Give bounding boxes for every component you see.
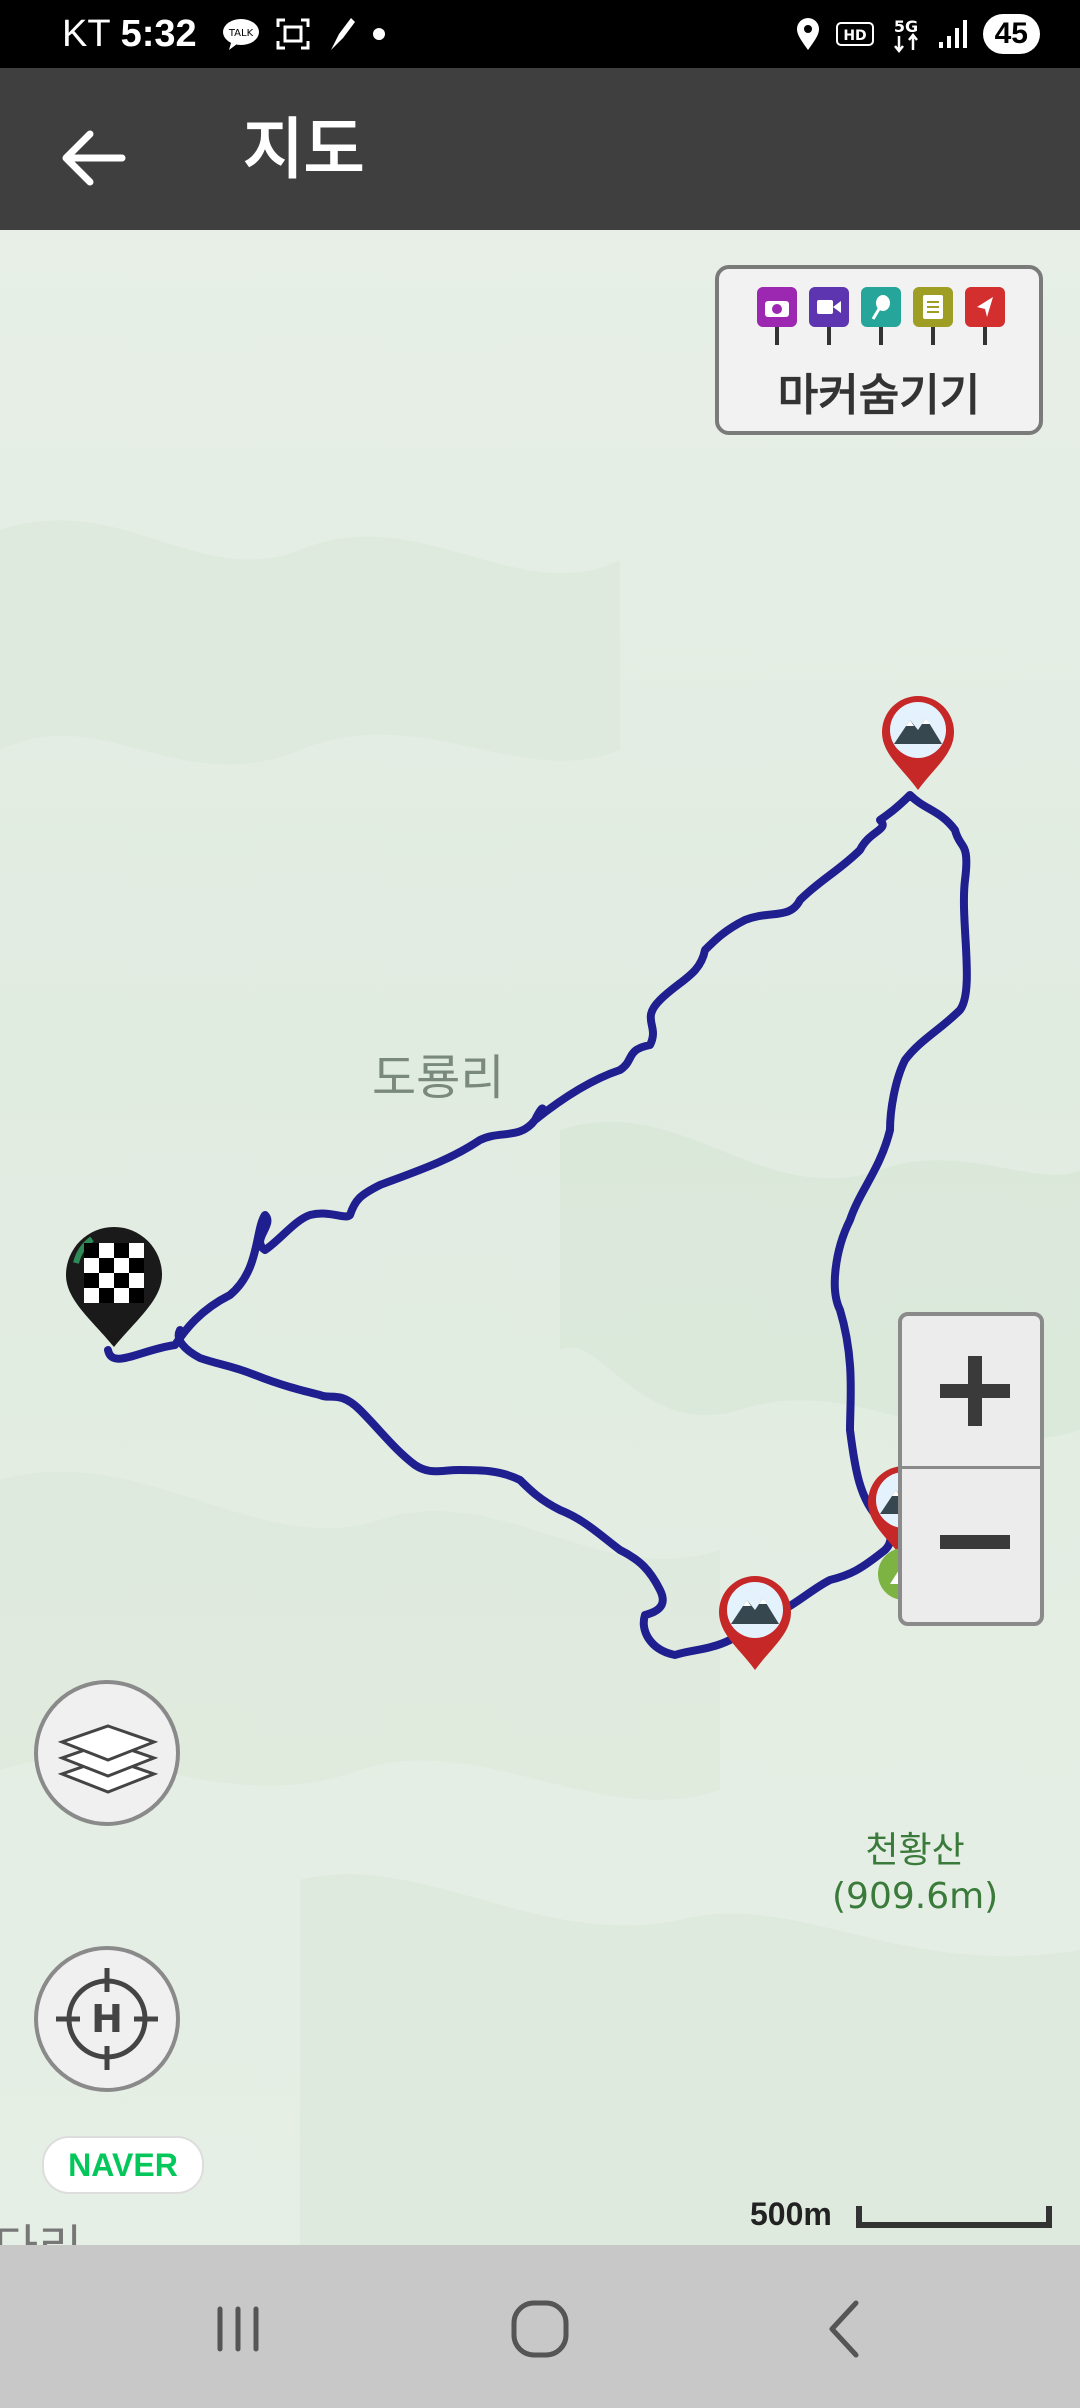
zoom-out-button[interactable] xyxy=(902,1469,1040,1619)
home-icon[interactable] xyxy=(500,2289,580,2369)
marker-hide-button[interactable]: 마커숨기기 xyxy=(715,265,1043,435)
system-nav-bar xyxy=(0,2245,1080,2408)
svg-text:HD: HD xyxy=(843,28,866,44)
home-locate-button[interactable]: H xyxy=(34,1946,180,2092)
talk-icon: TALK xyxy=(222,19,259,50)
svg-text:5G: 5G xyxy=(893,17,917,36)
scale-bar xyxy=(856,2206,1052,2228)
dot-icon xyxy=(372,28,385,40)
zoom-control xyxy=(898,1312,1044,1626)
brush-app-icon xyxy=(330,18,355,50)
hd-icon: HD xyxy=(835,22,874,46)
place-label-dollyong-ri: 도룡리 xyxy=(372,1050,505,1106)
camera-pin-icon xyxy=(757,287,797,345)
arrow-left-icon[interactable] xyxy=(52,116,136,200)
svg-text:TALK: TALK xyxy=(227,28,253,39)
status-bar: KT 5:32 TALK HD 5G 45 xyxy=(0,0,1080,68)
place-label-dari: 다리 xyxy=(0,2208,82,2245)
video-pin-icon xyxy=(809,287,849,345)
naver-attribution[interactable]: NAVER xyxy=(42,2136,204,2194)
notification-icons: TALK xyxy=(221,16,387,52)
clock: 5:32 xyxy=(120,13,197,55)
location-icon xyxy=(796,18,819,50)
screenshot-icon xyxy=(276,18,310,50)
layers-button[interactable] xyxy=(34,1680,180,1826)
status-left: KT 5:32 TALK xyxy=(62,10,387,58)
app-bar: 지도 xyxy=(0,68,1080,230)
peak-name: 천황산 xyxy=(865,1830,965,1871)
memo-pin-icon xyxy=(913,287,953,345)
start-flag-marker[interactable] xyxy=(62,1225,166,1349)
recent-apps-icon[interactable] xyxy=(198,2289,278,2369)
summit-marker-south[interactable] xyxy=(715,1572,795,1672)
peak-label: 천황산 (909.6m) xyxy=(832,1828,998,1920)
back-icon[interactable] xyxy=(806,2289,886,2369)
scale-label: 500m xyxy=(750,2196,832,2232)
signal-icon xyxy=(938,20,967,48)
zoom-in-button[interactable] xyxy=(902,1316,1040,1469)
summit-marker-north[interactable] xyxy=(878,692,958,792)
marker-hide-label: 마커숨기기 xyxy=(777,370,981,421)
minus-icon xyxy=(940,1535,1010,1549)
peak-elevation: (909.6m) xyxy=(832,1876,999,1917)
battery-level: 45 xyxy=(982,14,1040,54)
direction-pin-icon xyxy=(965,287,1005,345)
plus-icon xyxy=(940,1356,1010,1426)
status-right: HD 5G 45 xyxy=(795,10,1040,58)
carrier: KT xyxy=(62,13,111,55)
map-view[interactable]: 도룡리 다리 천황산 (909.6m) xyxy=(0,230,1080,2245)
page-title: 지도 xyxy=(243,112,365,186)
5g-icon: 5G xyxy=(893,17,918,54)
microphone-pin-icon xyxy=(861,287,901,345)
crosshair-home-icon: H xyxy=(56,1968,158,2070)
svg-text:H: H xyxy=(91,1997,123,2041)
marker-type-icons xyxy=(757,287,1005,345)
layers-icon xyxy=(58,1724,158,1794)
